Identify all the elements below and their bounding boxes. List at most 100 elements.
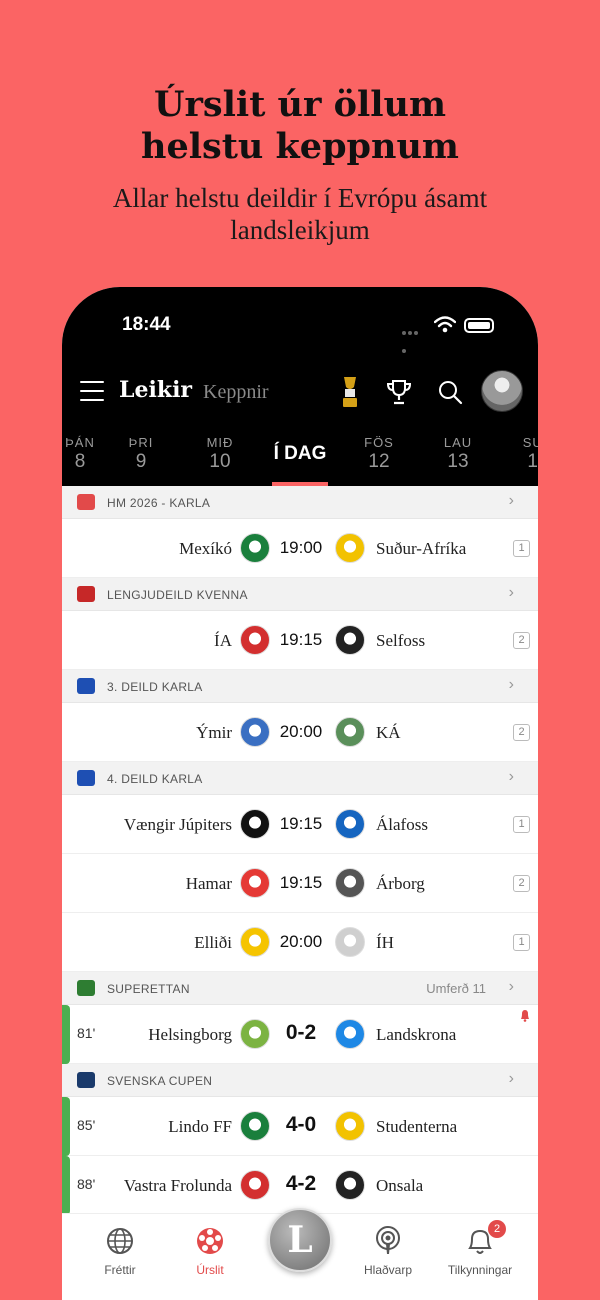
- away-crest-icon: [335, 868, 365, 898]
- match-score: 20:00: [279, 722, 323, 741]
- day-number: 8: [74, 451, 86, 472]
- promo-title: Úrslit úr öllum helstu keppnum: [141, 84, 459, 167]
- home-crest-icon: [240, 927, 270, 957]
- chevron-right-icon: ›: [508, 584, 514, 601]
- league-header[interactable]: 4. DEILD KARLA ›: [62, 762, 538, 795]
- match-row[interactable]: Ýmir 20:00 KÁ 2: [62, 703, 538, 762]
- tab-keppnir[interactable]: Keppnir: [203, 381, 269, 404]
- tab-podcast[interactable]: Hlaðvarp: [348, 1226, 428, 1277]
- away-team: Landskrona: [376, 1025, 457, 1044]
- day-tab[interactable]: SUN14: [508, 427, 538, 473]
- logo-letter: L: [287, 1219, 313, 1261]
- menu-icon[interactable]: [80, 381, 104, 401]
- league-header[interactable]: HM 2026 - KARLA ›: [62, 486, 538, 519]
- status-time: 18:44: [122, 314, 171, 335]
- away-crest-icon: [335, 809, 365, 839]
- match-row[interactable]: Elliði 20:00 ÍH 1: [62, 913, 538, 972]
- home-team: Mexíkó: [179, 539, 232, 558]
- match-score: 19:00: [279, 538, 323, 557]
- tab-globe[interactable]: Fréttir: [80, 1226, 160, 1277]
- match-score: 4-0: [285, 1113, 317, 1136]
- live-indicator: [62, 1097, 70, 1156]
- league-header[interactable]: SUPERETTAN Umferð 11 ›: [62, 972, 538, 1005]
- away-team: Onsala: [376, 1176, 424, 1195]
- day-number: 10: [209, 451, 231, 472]
- day-tab[interactable]: MIÐ 10: [190, 427, 250, 473]
- day-name: ÞRI: [128, 435, 154, 450]
- match-score: 19:15: [279, 873, 323, 892]
- day-tab[interactable]: Í DAG: [270, 427, 330, 465]
- league-header[interactable]: LENGJUDEILD KVENNA ›: [62, 578, 538, 611]
- league-logo-icon: [77, 586, 95, 602]
- chevron-right-icon: ›: [508, 978, 514, 995]
- away-crest-icon: [335, 533, 365, 563]
- home-team: Elliði: [194, 933, 232, 952]
- day-tab[interactable]: ÞRI 9: [111, 427, 171, 473]
- day-name: MIÐ: [206, 435, 234, 450]
- date-selector: ÞÁN8ÞRI9MIÐ10Í DAGFÖS12LAU13SUN14: [62, 427, 538, 486]
- signal-icon: [402, 322, 424, 353]
- day-name: FÖS: [364, 435, 394, 450]
- home-team: Vængir Júpiters: [123, 815, 232, 834]
- tab-label: Tilkynningar: [447, 1263, 513, 1277]
- trophy-icon[interactable]: [385, 378, 413, 406]
- home-crest-icon: [240, 1170, 270, 1200]
- home-crest-icon: [240, 717, 270, 747]
- home-crest-icon: [240, 809, 270, 839]
- away-team: Árborg: [376, 874, 425, 893]
- avatar[interactable]: [481, 370, 523, 412]
- match-row[interactable]: 88' Vastra Frolunda 4-2 Onsala: [62, 1156, 538, 1215]
- league-name: LENGJUDEILD KVENNA: [107, 588, 248, 602]
- notification-badge: 2: [488, 1220, 506, 1238]
- match-row[interactable]: Vængir Júpiters 19:15 Álafoss 1: [62, 795, 538, 854]
- home-team: Vastra Frolunda: [123, 1176, 232, 1195]
- search-icon[interactable]: [437, 379, 463, 405]
- match-row[interactable]: Mexíkó 19:00 Suður-Afríka 1: [62, 519, 538, 578]
- bottom-tab-bar: Fréttir Úrslit L Hlaðvarp 2 Tilkynningar: [62, 1208, 538, 1293]
- tv-channel-badge: 2: [513, 875, 530, 892]
- home-crest-icon: [240, 625, 270, 655]
- app-header: 18:44 Leikir Keppnir ÞÁN 8 ÞRI 9 MIÐ 10 …: [62, 287, 538, 486]
- world-cup-icon[interactable]: [338, 375, 362, 409]
- away-team: Álafoss: [376, 815, 428, 834]
- logo-l-icon[interactable]: L: [268, 1208, 332, 1272]
- match-score: 19:15: [279, 814, 323, 833]
- away-team: ÍH: [376, 933, 394, 952]
- away-crest-icon: [335, 717, 365, 747]
- day-tab[interactable]: LAU 13: [428, 427, 488, 473]
- league-header[interactable]: 3. DEILD KARLA ›: [62, 670, 538, 703]
- away-team: KÁ: [376, 723, 401, 742]
- day-number: 9: [135, 451, 147, 472]
- tab-bell[interactable]: 2 Tilkynningar: [440, 1220, 520, 1277]
- chevron-right-icon: ›: [508, 676, 514, 693]
- match-score: 4-2: [285, 1172, 317, 1195]
- match-row[interactable]: Hamar 19:15 Árborg 2: [62, 854, 538, 913]
- notification-bell-icon[interactable]: [519, 1009, 531, 1022]
- promo-header: Úrslit úr öllum helstu keppnum Allar hel…: [0, 84, 600, 246]
- chevron-right-icon: ›: [508, 1070, 514, 1087]
- day-name: Í DAG: [273, 443, 327, 464]
- tab-football[interactable]: Úrslit: [170, 1226, 250, 1277]
- day-name: ÞÁN: [65, 435, 95, 450]
- match-row[interactable]: 81' Helsingborg 0-2 Landskrona: [62, 1005, 538, 1064]
- league-name: HM 2026 - KARLA: [107, 496, 211, 510]
- away-team: Studenterna: [376, 1117, 458, 1136]
- round-label: Umferð 11: [426, 981, 486, 996]
- league-logo-icon: [77, 678, 95, 694]
- day-number: 14: [527, 451, 538, 472]
- app-bar: Leikir Keppnir: [62, 367, 538, 417]
- away-crest-icon: [335, 1111, 365, 1141]
- league-name: SVENSKA CUPEN: [107, 1074, 213, 1088]
- live-indicator: [62, 1005, 70, 1064]
- tab-leikir[interactable]: Leikir: [119, 377, 192, 403]
- league-name: 4. DEILD KARLA: [107, 772, 203, 786]
- day-number: 13: [447, 451, 469, 472]
- home-team: ÍA: [214, 631, 232, 650]
- day-tab[interactable]: FÖS 12: [349, 427, 409, 473]
- day-tab[interactable]: ÞÁN 8: [62, 427, 110, 473]
- league-name: SUPERETTAN: [107, 982, 190, 996]
- match-row[interactable]: 85' Lindo FF 4-0 Studenterna: [62, 1097, 538, 1156]
- match-row[interactable]: ÍA 19:15 Selfoss 2: [62, 611, 538, 670]
- match-minute: 88': [77, 1176, 96, 1192]
- league-header[interactable]: SVENSKA CUPEN ›: [62, 1064, 538, 1097]
